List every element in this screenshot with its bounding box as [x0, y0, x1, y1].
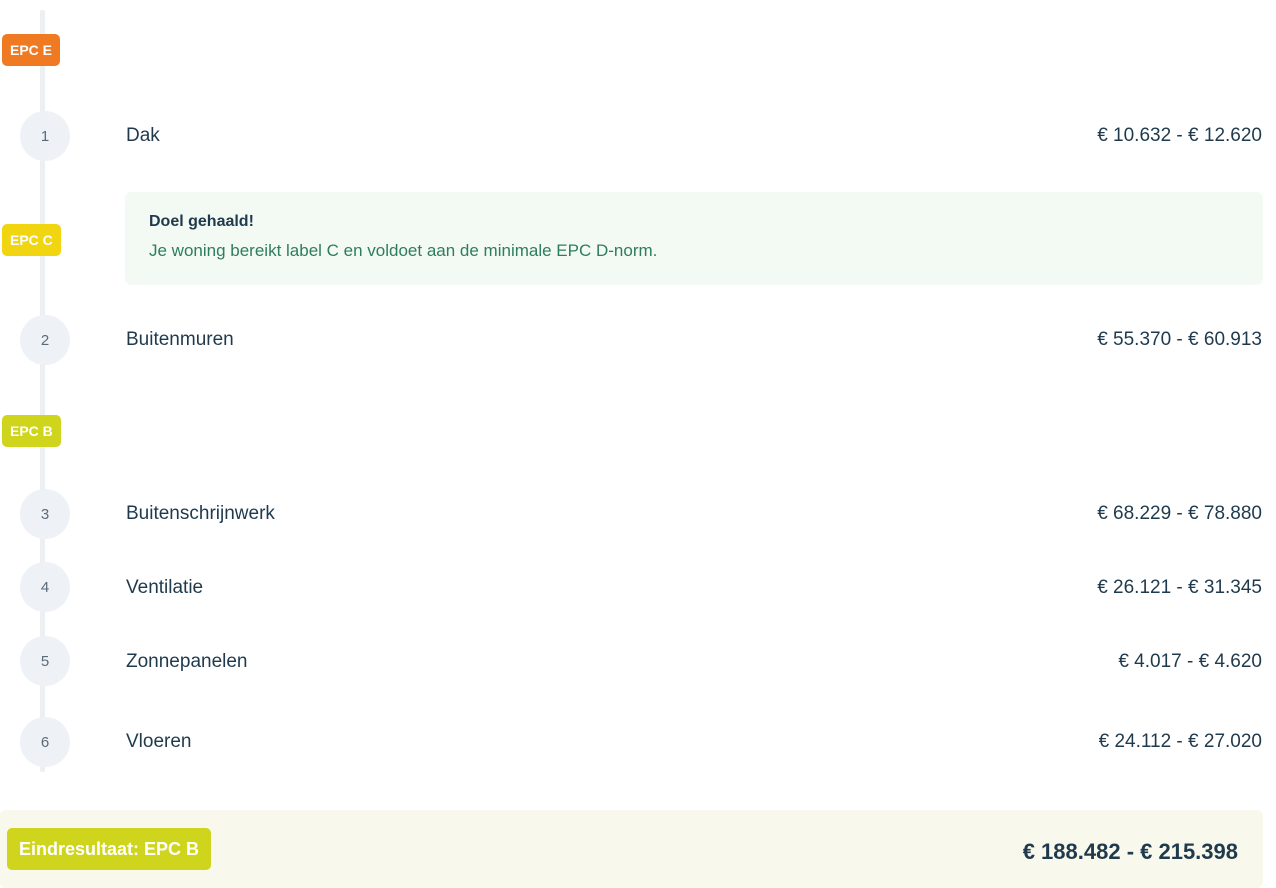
goal-text: Je woning bereikt label C en voldoet aan…	[149, 241, 658, 260]
step-label-buitenschrijnwerk: Buitenschrijnwerk	[126, 503, 275, 524]
step-price-ventilatie: € 26.121 - € 31.345	[1097, 577, 1262, 598]
step-label-dak: Dak	[126, 125, 160, 146]
step-price-vloeren: € 24.112 - € 27.020	[1098, 731, 1262, 752]
step-number-3: 3	[20, 489, 70, 539]
result-label-badge: Eindresultaat: EPC B	[7, 828, 212, 870]
epc-e-badge: EPC E	[2, 34, 61, 66]
step-label-vloeren: Vloeren	[126, 731, 192, 752]
epc-c-badge: EPC C	[2, 224, 61, 256]
step-number-5: 5	[20, 636, 70, 686]
step-price-buitenmuren: € 55.370 - € 60.913	[1097, 329, 1262, 350]
step-number-4: 4	[20, 562, 70, 612]
step-number-6: 6	[20, 717, 70, 767]
goal-title: Doel gehaald!	[149, 213, 254, 230]
result-bar: Eindresultaat: EPC B € 188.482 - € 215.3…	[0, 810, 1263, 888]
step-price-dak: € 10.632 - € 12.620	[1097, 125, 1262, 146]
step-label-ventilatie: Ventilatie	[126, 577, 204, 598]
step-price-buitenschrijnwerk: € 68.229 - € 78.880	[1097, 503, 1262, 524]
step-label-zonnepanelen: Zonnepanelen	[126, 651, 248, 672]
epc-b-badge: EPC B	[2, 415, 61, 447]
step-number-2: 2	[20, 315, 70, 365]
step-number-1: 1	[20, 111, 70, 161]
step-label-buitenmuren: Buitenmuren	[126, 329, 234, 350]
goal-achieved-box: Doel gehaald! Je woning bereikt label C …	[125, 192, 1263, 285]
result-total-price: € 188.482 - € 215.398	[1022, 839, 1238, 864]
step-price-zonnepanelen: € 4.017 - € 4.620	[1118, 651, 1262, 672]
